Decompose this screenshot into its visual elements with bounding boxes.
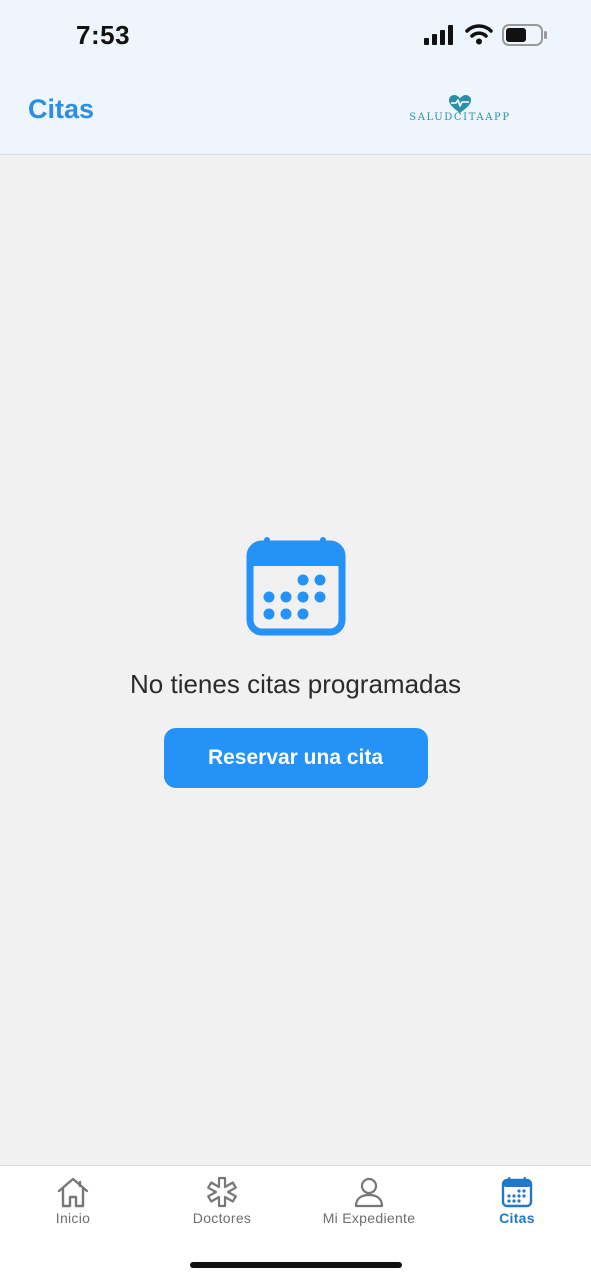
- signal-icon: [424, 25, 453, 45]
- tab-label-citas: Citas: [499, 1210, 535, 1226]
- status-time: 7:53: [76, 20, 131, 50]
- medical-star-icon: [207, 1176, 237, 1208]
- home-icon: [57, 1177, 89, 1208]
- appointments-screen: 7:53 Citas SALUDCITAAPP No tienes citas …: [0, 0, 591, 1280]
- battery-icon: [502, 24, 547, 46]
- empty-message: No tienes citas programadas: [130, 669, 461, 699]
- heart-pulse-icon: [449, 95, 471, 113]
- person-icon: [354, 1177, 384, 1208]
- page-title: Citas: [28, 94, 95, 124]
- logo-text: SALUDCITAAPP: [409, 112, 511, 123]
- tab-label-doctores: Doctores: [192, 1210, 252, 1226]
- tab-inicio[interactable]: Inicio: [8, 1176, 138, 1236]
- empty-state: No tienes citas programadas Reservar una…: [0, 535, 591, 788]
- status-bar: 7:53: [0, 0, 591, 70]
- tab-doctores[interactable]: Doctores: [157, 1176, 287, 1236]
- tab-label-inicio: Inicio: [55, 1210, 91, 1226]
- reserve-appointment-button[interactable]: Reservar una cita: [163, 728, 428, 788]
- app-logo: SALUDCITAAPP: [404, 94, 516, 130]
- calendar-icon: [501, 1177, 533, 1208]
- home-indicator[interactable]: [190, 1262, 402, 1268]
- tab-mi-expediente[interactable]: Mi Expediente: [304, 1176, 434, 1236]
- calendar-icon: [246, 537, 345, 636]
- header: Citas SALUDCITAAPP: [0, 70, 591, 155]
- wifi-icon: [465, 24, 493, 45]
- tab-citas[interactable]: Citas: [452, 1176, 582, 1236]
- tab-label-mi-expediente: Mi Expediente: [322, 1210, 416, 1226]
- top-bar: 7:53 Citas SALUDCITAAPP: [0, 0, 591, 155]
